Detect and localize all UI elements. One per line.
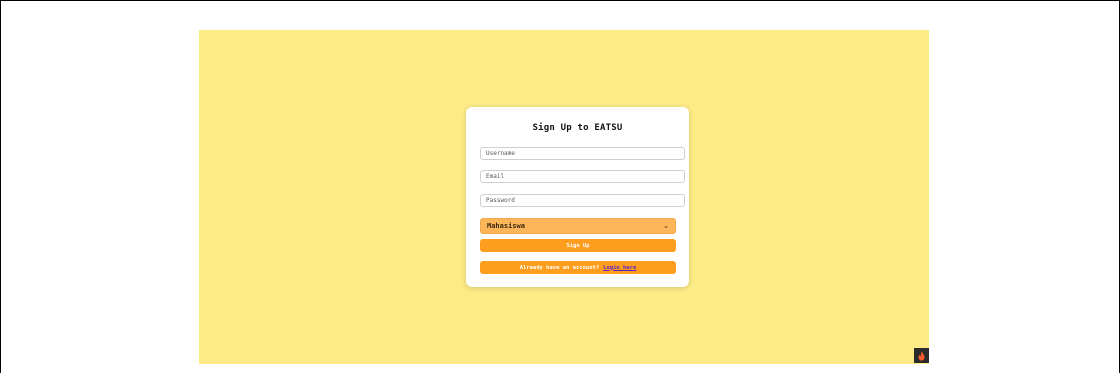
form-title: Sign Up to EATSU (532, 123, 623, 133)
page-background: Sign Up to EATSU Mahasiswa ⌄ Sign Up Alr… (199, 30, 929, 364)
username-input[interactable] (480, 147, 685, 160)
signup-button[interactable]: Sign Up (480, 239, 676, 252)
signup-card: Sign Up to EATSU Mahasiswa ⌄ Sign Up Alr… (466, 107, 689, 287)
chevron-down-icon: ⌄ (663, 221, 669, 230)
signup-button-label: Sign Up (566, 242, 590, 249)
email-input[interactable] (480, 170, 685, 183)
flame-icon (918, 350, 925, 361)
role-select-value: Mahasiswa (487, 222, 525, 230)
role-select[interactable]: Mahasiswa ⌄ (480, 218, 676, 234)
login-prompt-button[interactable]: Already have an account? Login here (480, 261, 676, 274)
password-input[interactable] (480, 194, 685, 207)
login-link[interactable]: Login here (603, 265, 636, 271)
login-prompt-text: Already have an account? (519, 264, 600, 271)
corner-badge[interactable] (914, 348, 929, 363)
